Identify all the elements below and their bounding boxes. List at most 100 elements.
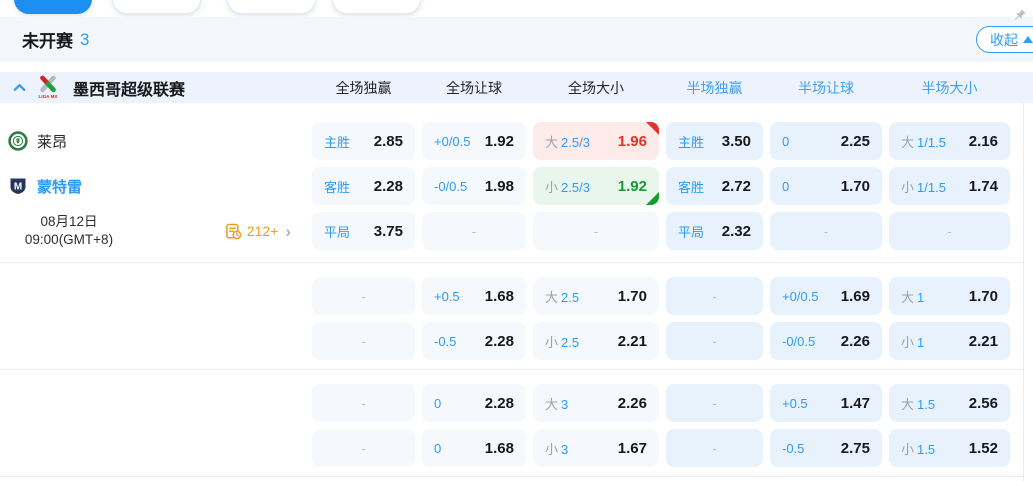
team-name-away: 蒙特雷	[37, 178, 83, 196]
section-title: 未开赛	[22, 32, 73, 51]
column-header-1: 全场独赢	[335, 79, 392, 96]
empty-dash: -	[712, 333, 717, 349]
odds-cell[interactable]: 大 1 1.70	[889, 277, 1010, 315]
tab-2[interactable]	[112, 0, 201, 14]
odds-label: 大1	[901, 289, 925, 305]
odds-cell[interactable]: 小 2.5/3 1.92	[533, 167, 659, 205]
odds-row: - -0.5 2.28 小 2.5 2.21 - -0/0.5 2.26 小 1 2.21	[0, 322, 1024, 360]
odds-cell[interactable]: 大 2.5 1.70	[533, 277, 659, 315]
odds-label: -0/0.5	[434, 178, 468, 194]
odds-cell[interactable]: 0 1.70	[770, 167, 882, 205]
pin-icon[interactable]	[1013, 8, 1027, 27]
odds-value: 1.96	[617, 132, 647, 150]
odds-value: 2.75	[840, 439, 870, 457]
monterrey-crest-icon: M	[8, 176, 28, 196]
section-header: 未开赛 3 收起	[0, 17, 1033, 62]
odds-value: 2.28	[373, 177, 403, 195]
odds-cell[interactable]: 主胜 2.85	[312, 122, 415, 160]
odds-cell[interactable]: -0/0.5 1.98	[422, 167, 526, 205]
odds-value: 2.16	[968, 132, 998, 150]
odds-cell-empty: -	[312, 322, 415, 360]
odds-cell[interactable]: 大 2.5/3 1.96	[533, 122, 659, 160]
liga-mx-logo: LIGA MX	[37, 75, 59, 100]
odds-cell[interactable]: 小 1 2.21	[889, 322, 1010, 360]
team-row-away[interactable]: M 蒙特雷	[0, 167, 305, 205]
column-header-3: 全场大小	[568, 79, 624, 96]
league-name: 墨西哥超级联赛	[73, 81, 186, 99]
odds-label: -0/0.5	[782, 333, 816, 349]
odds-cell[interactable]: 小 2.5 2.21	[533, 322, 659, 360]
odds-cell-empty: -	[666, 384, 763, 422]
team-row-home[interactable]: 莱昂	[0, 122, 305, 160]
odds-cell[interactable]: 0 2.25	[770, 122, 882, 160]
odds-label: +0/0.5	[434, 133, 471, 149]
odds-label: 小 1.5	[901, 441, 936, 457]
odds-cell[interactable]: -0/0.5 2.26	[770, 322, 882, 360]
odds-cell[interactable]: +0/0.5 1.92	[422, 122, 526, 160]
odds-cell[interactable]: 大 1/1.5 2.16	[889, 122, 1010, 160]
odds-label: 客胜	[324, 179, 351, 195]
odds-cell[interactable]: 平局 2.32	[666, 212, 763, 250]
more-markets-link[interactable]: 212+ ›	[225, 223, 291, 240]
odds-label: 大 1.5	[901, 396, 936, 412]
line-prefix: 小	[901, 179, 915, 195]
odds-cell[interactable]: 小 3 1.67	[533, 429, 659, 467]
line-prefix: 小	[901, 334, 915, 350]
empty-dash: -	[361, 440, 366, 456]
tab-3[interactable]	[227, 0, 316, 14]
odds-cell[interactable]: +0.5 1.47	[770, 384, 882, 422]
odds-label: 大 2.5/3	[545, 134, 590, 150]
odds-label: 小3	[545, 441, 569, 457]
chevron-up-icon[interactable]	[12, 80, 27, 95]
odds-cell[interactable]: +0.5 1.68	[422, 277, 526, 315]
odds-cell[interactable]: 小 1.5 1.52	[889, 429, 1010, 467]
odds-cell[interactable]: -0.5 2.75	[770, 429, 882, 467]
odds-cell-empty: -	[422, 212, 526, 250]
odds-value: 1.47	[840, 394, 870, 412]
odds-value: 2.25	[840, 132, 870, 150]
line-prefix: 大	[545, 134, 559, 150]
leon-crest-icon	[8, 131, 28, 151]
odds-cell-empty: -	[666, 277, 763, 315]
odds-cell[interactable]: 大 3 2.26	[533, 384, 659, 422]
collapse-button[interactable]: 收起	[976, 26, 1033, 53]
odds-cell-empty: -	[889, 212, 1010, 250]
odds-cell[interactable]: 主胜 3.50	[666, 122, 763, 160]
odds-cell[interactable]: -0.5 2.28	[422, 322, 526, 360]
odds-label: 小 2.5/3	[545, 179, 590, 195]
tab-1[interactable]	[14, 0, 92, 14]
odds-label: 主胜	[324, 134, 351, 150]
odds-value: 2.26	[617, 394, 647, 412]
empty-dash: -	[361, 395, 366, 411]
odds-cell[interactable]: 0 2.28	[422, 384, 526, 422]
odds-cell-empty: -	[312, 277, 415, 315]
odds-label: 主胜	[678, 134, 705, 150]
odds-label: 小 2.5	[545, 334, 580, 350]
match-meta: 08月12日 09:00(GMT+8) 212+ ›	[0, 212, 305, 250]
odds-label: 0	[434, 440, 442, 456]
odds-value: 2.21	[617, 332, 647, 350]
odds-label: +0.5	[434, 288, 460, 304]
odds-cell[interactable]: 客胜 2.28	[312, 167, 415, 205]
odds-cell[interactable]: 客胜 2.72	[666, 167, 763, 205]
odds-cell[interactable]: 大 1.5 2.56	[889, 384, 1010, 422]
odds-cell[interactable]: 0 1.68	[422, 429, 526, 467]
odds-value: 2.21	[968, 332, 998, 350]
empty-dash: -	[947, 223, 952, 239]
tab-4[interactable]	[332, 0, 421, 14]
odds-cell[interactable]: 小 1/1.5 1.74	[889, 167, 1010, 205]
odds-group-3: -0 2.28 大 3 2.26- +0.5 1.47 大 1.5 2.56-0 1.68 小 3 1.6…	[0, 369, 1024, 477]
collapse-arrow-icon	[1023, 36, 1033, 43]
odds-row: -0 1.68 小 3 1.67- -0.5 2.75 小 1.5 1.52	[0, 429, 1024, 467]
collapse-label: 收起	[990, 31, 1018, 48]
svg-text:M: M	[14, 181, 22, 192]
odds-cell[interactable]: +0/0.5 1.69	[770, 277, 882, 315]
odds-value: 2.32	[721, 222, 751, 240]
odds-group-2: - +0.5 1.68 大 2.5 1.70 - +0/0.5 1.69 大 1 1.70 - -0.5 2…	[0, 262, 1024, 369]
odds-cell[interactable]: 平局 3.75	[312, 212, 415, 250]
odds-value: 2.56	[968, 394, 998, 412]
league-info[interactable]: LIGA MX 墨西哥超级联赛	[0, 75, 305, 100]
odds-value: 3.75	[373, 222, 403, 240]
odds-row: M 蒙特雷 客胜 2.28 -0/0.5 1.98 小 2.5/3 1.92 客胜 2.72 0 1.7…	[0, 167, 1024, 205]
